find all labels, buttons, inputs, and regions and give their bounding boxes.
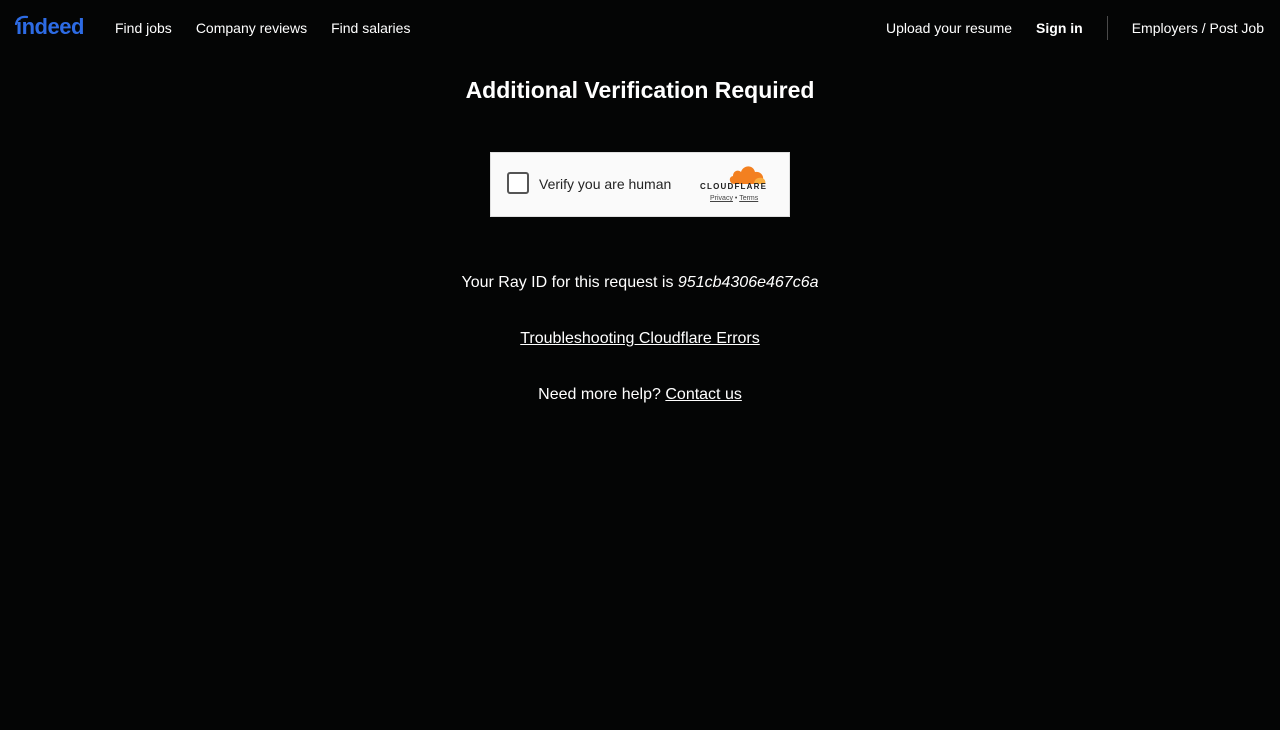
help-prefix: Need more help?	[538, 386, 661, 403]
cloudflare-challenge-widget: Verify you are human CLOUDFLARE Privacy …	[490, 152, 790, 217]
upload-resume-link[interactable]: Upload your resume	[886, 20, 1012, 36]
page-title: Additional Verification Required	[465, 77, 815, 103]
troubleshooting-link[interactable]: Troubleshooting Cloudflare Errors	[520, 330, 760, 347]
top-navigation: indeed Find jobs Company reviews Find sa…	[0, 0, 1280, 56]
ray-id-line: Your Ray ID for this request is 951cb430…	[0, 272, 1280, 294]
secondary-nav: Upload your resume Sign in Employers / P…	[886, 0, 1264, 56]
primary-nav: Find jobs Company reviews Find salaries	[115, 0, 410, 56]
nav-find-jobs[interactable]: Find jobs	[115, 20, 172, 36]
links-separator: •	[734, 195, 738, 202]
ray-id-value: 951cb4306e467c6a	[677, 274, 819, 291]
cloudflare-links: Privacy • Terms	[710, 195, 758, 202]
verify-checkbox-label[interactable]: Verify you are human	[539, 175, 671, 193]
nav-company-reviews[interactable]: Company reviews	[196, 20, 307, 36]
help-line: Need more help? Contact us	[0, 384, 1280, 406]
nav-find-salaries[interactable]: Find salaries	[331, 20, 410, 36]
troubleshooting-line: Troubleshooting Cloudflare Errors	[0, 328, 1280, 350]
sign-in-link[interactable]: Sign in	[1036, 20, 1083, 36]
privacy-link[interactable]: Privacy	[710, 195, 733, 202]
indeed-logo[interactable]: indeed	[15, 12, 84, 42]
terms-link[interactable]: Terms	[739, 195, 758, 202]
logo-arc-icon	[15, 15, 29, 25]
cloudflare-wordmark: CLOUDFLARE	[700, 182, 768, 191]
employers-post-job-link[interactable]: Employers / Post Job	[1132, 20, 1264, 36]
nav-divider	[1106, 16, 1108, 40]
verify-checkbox[interactable]	[507, 172, 529, 194]
ray-id-prefix: Your Ray ID for this request is	[461, 274, 674, 291]
contact-us-link[interactable]: Contact us	[665, 386, 741, 403]
